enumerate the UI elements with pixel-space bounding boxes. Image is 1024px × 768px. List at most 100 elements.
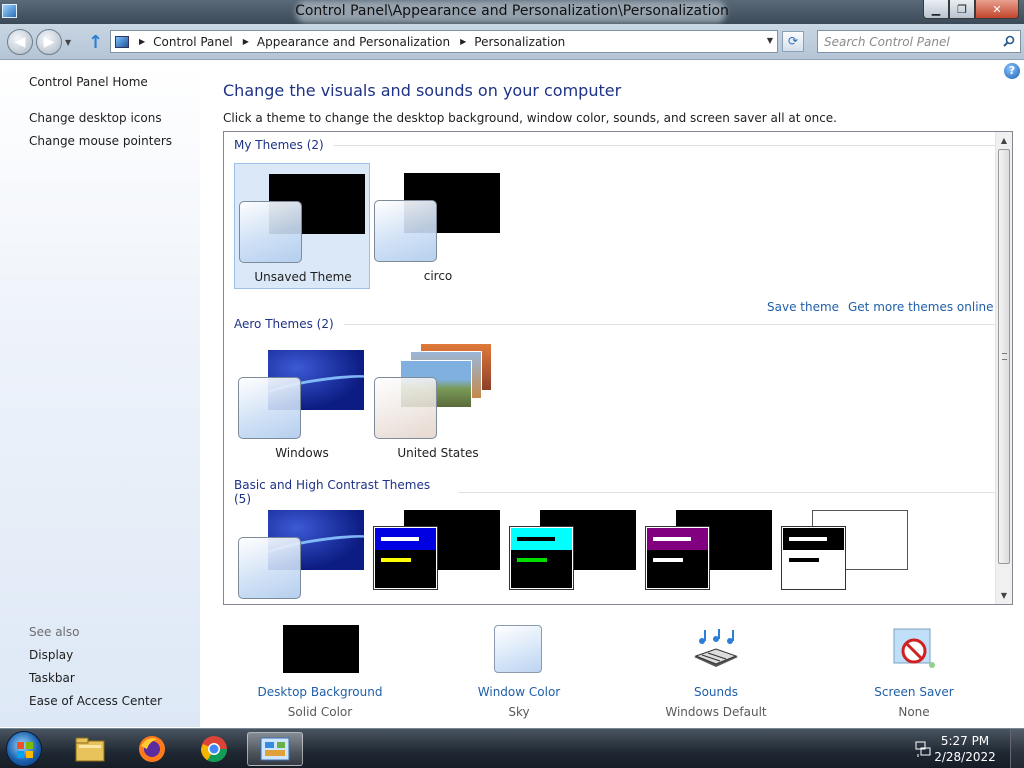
scroll-thumb[interactable]: [998, 149, 1010, 564]
taskbar: 5:27 PM 2/28/2022: [0, 728, 1024, 768]
start-button[interactable]: [6, 731, 42, 767]
theme-window-preview: [239, 201, 302, 263]
sounds-label[interactable]: Sounds: [636, 685, 796, 699]
breadcrumb-personalization[interactable]: Personalization: [474, 35, 565, 49]
theme-list[interactable]: My Themes (2) Unsaved Theme circo Save t…: [223, 131, 1013, 605]
theme-window-preview: [374, 200, 437, 262]
forward-button[interactable]: ▶: [36, 29, 62, 55]
system-clock[interactable]: 5:27 PM 2/28/2022: [930, 733, 1000, 765]
navigation-bar: ◀ ▶ ▼ ↑ ▶ Control Panel ▶ Appearance and…: [0, 24, 1024, 60]
screen-saver-value: None: [898, 705, 930, 719]
high-contrast-window-preview: [781, 526, 846, 590]
search-icon[interactable]: [1003, 35, 1015, 47]
window-color-swatch-icon: [494, 625, 542, 673]
title-bar: Control Panel\Appearance and Personaliza…: [0, 0, 1024, 24]
theme-window-preview: [238, 537, 301, 599]
page-subtitle: Click a theme to change the desktop back…: [223, 111, 837, 125]
minimize-button[interactable]: ▁: [923, 0, 949, 19]
search-box[interactable]: [817, 30, 1021, 53]
clock-date: 2/28/2022: [934, 750, 996, 764]
display-link[interactable]: Display: [29, 648, 73, 662]
help-icon[interactable]: ?: [1004, 63, 1020, 79]
desktop-background-label[interactable]: Desktop Background: [240, 685, 400, 699]
theme-high-contrast-white[interactable]: [778, 500, 914, 604]
theme-high-contrast-1[interactable]: [370, 500, 506, 604]
taskbar-link[interactable]: Taskbar: [29, 671, 75, 685]
theme-high-contrast-2[interactable]: [506, 500, 642, 604]
scroll-up-arrow-icon[interactable]: ▲: [996, 132, 1012, 149]
theme-windows-basic[interactable]: [234, 500, 370, 604]
theme-name: Unsaved Theme: [254, 270, 352, 284]
window-title: Control Panel\Appearance and Personaliza…: [295, 3, 729, 19]
control-panel-home-link[interactable]: Control Panel Home: [29, 75, 148, 89]
save-theme-link[interactable]: Save theme: [767, 300, 839, 314]
control-panel-icon: [260, 737, 290, 761]
file-explorer-taskbar-button[interactable]: [62, 732, 118, 766]
theme-high-contrast-black[interactable]: [642, 500, 778, 604]
window-color-setting[interactable]: Window Color Sky: [439, 625, 599, 719]
window-color-label[interactable]: Window Color: [439, 685, 599, 699]
theme-united-states[interactable]: United States: [370, 340, 506, 466]
control-panel-taskbar-button[interactable]: [247, 732, 303, 766]
theme-name: Windows: [275, 446, 329, 460]
sounds-setting[interactable]: Sounds Windows Default: [636, 625, 796, 719]
my-themes-header[interactable]: My Themes (2): [234, 138, 1004, 152]
divider: [333, 144, 1004, 146]
high-contrast-window-preview: [645, 526, 710, 590]
high-contrast-window-preview: [509, 526, 574, 590]
show-desktop-button[interactable]: [1010, 729, 1024, 768]
my-themes-label: My Themes (2): [234, 138, 324, 152]
see-also-label: See also: [29, 625, 80, 639]
windows-logo-icon: [17, 742, 33, 758]
theme-circo[interactable]: circo: [370, 163, 506, 289]
change-mouse-pointers-link[interactable]: Change mouse pointers: [29, 134, 172, 148]
sounds-icon: [694, 629, 738, 667]
address-dropdown-icon[interactable]: ▼: [767, 36, 773, 45]
file-explorer-icon: [75, 737, 105, 762]
firefox-taskbar-button[interactable]: [124, 732, 180, 766]
ease-of-access-link[interactable]: Ease of Access Center: [29, 694, 162, 708]
screen-saver-icon: [893, 628, 935, 668]
theme-window-preview: [238, 377, 301, 439]
desktop-background-setting[interactable]: Desktop Background Solid Color: [240, 625, 400, 719]
chrome-icon: [200, 736, 228, 763]
get-more-themes-link[interactable]: Get more themes online: [848, 300, 994, 314]
change-desktop-icons-link[interactable]: Change desktop icons: [29, 111, 162, 125]
window-color-value: Sky: [508, 705, 530, 719]
main-content: ? Change the visuals and sounds on your …: [200, 61, 1024, 727]
up-level-button[interactable]: ↑: [88, 32, 106, 53]
address-bar[interactable]: ▶ Control Panel ▶ Appearance and Persona…: [110, 30, 778, 53]
search-input[interactable]: [824, 32, 999, 52]
scroll-down-arrow-icon[interactable]: ▼: [996, 587, 1012, 604]
theme-name: circo: [423, 269, 453, 283]
theme-windows[interactable]: Windows: [234, 340, 370, 466]
clock-time: 5:27 PM: [940, 734, 990, 748]
page-title: Change the visuals and sounds on your co…: [223, 81, 622, 100]
aero-themes-label: Aero Themes (2): [234, 317, 334, 331]
theme-name: United States: [397, 446, 479, 460]
solid-color-swatch-icon: [283, 625, 359, 673]
theme-unsaved[interactable]: Unsaved Theme: [234, 163, 370, 289]
chrome-taskbar-button[interactable]: [186, 732, 242, 766]
maximize-button[interactable]: ❐: [949, 0, 975, 19]
theme-window-preview: [374, 377, 437, 439]
screen-saver-setting[interactable]: Screen Saver None: [834, 625, 994, 719]
chevron-right-icon[interactable]: ▶: [243, 37, 249, 46]
breadcrumb-appearance[interactable]: Appearance and Personalization: [257, 35, 450, 49]
high-contrast-window-preview: [373, 526, 438, 590]
aero-themes-header[interactable]: Aero Themes (2): [234, 317, 1004, 331]
control-panel-icon: [115, 35, 129, 48]
close-button[interactable]: ✕: [975, 0, 1019, 19]
breadcrumb-control-panel[interactable]: Control Panel: [153, 35, 233, 49]
screen-saver-label[interactable]: Screen Saver: [834, 685, 994, 699]
chevron-right-icon[interactable]: ▶: [139, 37, 145, 46]
refresh-button[interactable]: ⟳: [782, 31, 804, 52]
sounds-value: Windows Default: [665, 705, 767, 719]
divider: [343, 323, 1004, 325]
recent-pages-dropdown[interactable]: ▼: [65, 38, 71, 47]
theme-list-scrollbar[interactable]: ▲ ▼: [995, 132, 1012, 604]
left-task-pane: Control Panel Home Change desktop icons …: [0, 61, 200, 727]
back-button[interactable]: ◀: [7, 29, 33, 55]
chevron-right-icon[interactable]: ▶: [460, 37, 466, 46]
firefox-icon: [139, 736, 165, 762]
